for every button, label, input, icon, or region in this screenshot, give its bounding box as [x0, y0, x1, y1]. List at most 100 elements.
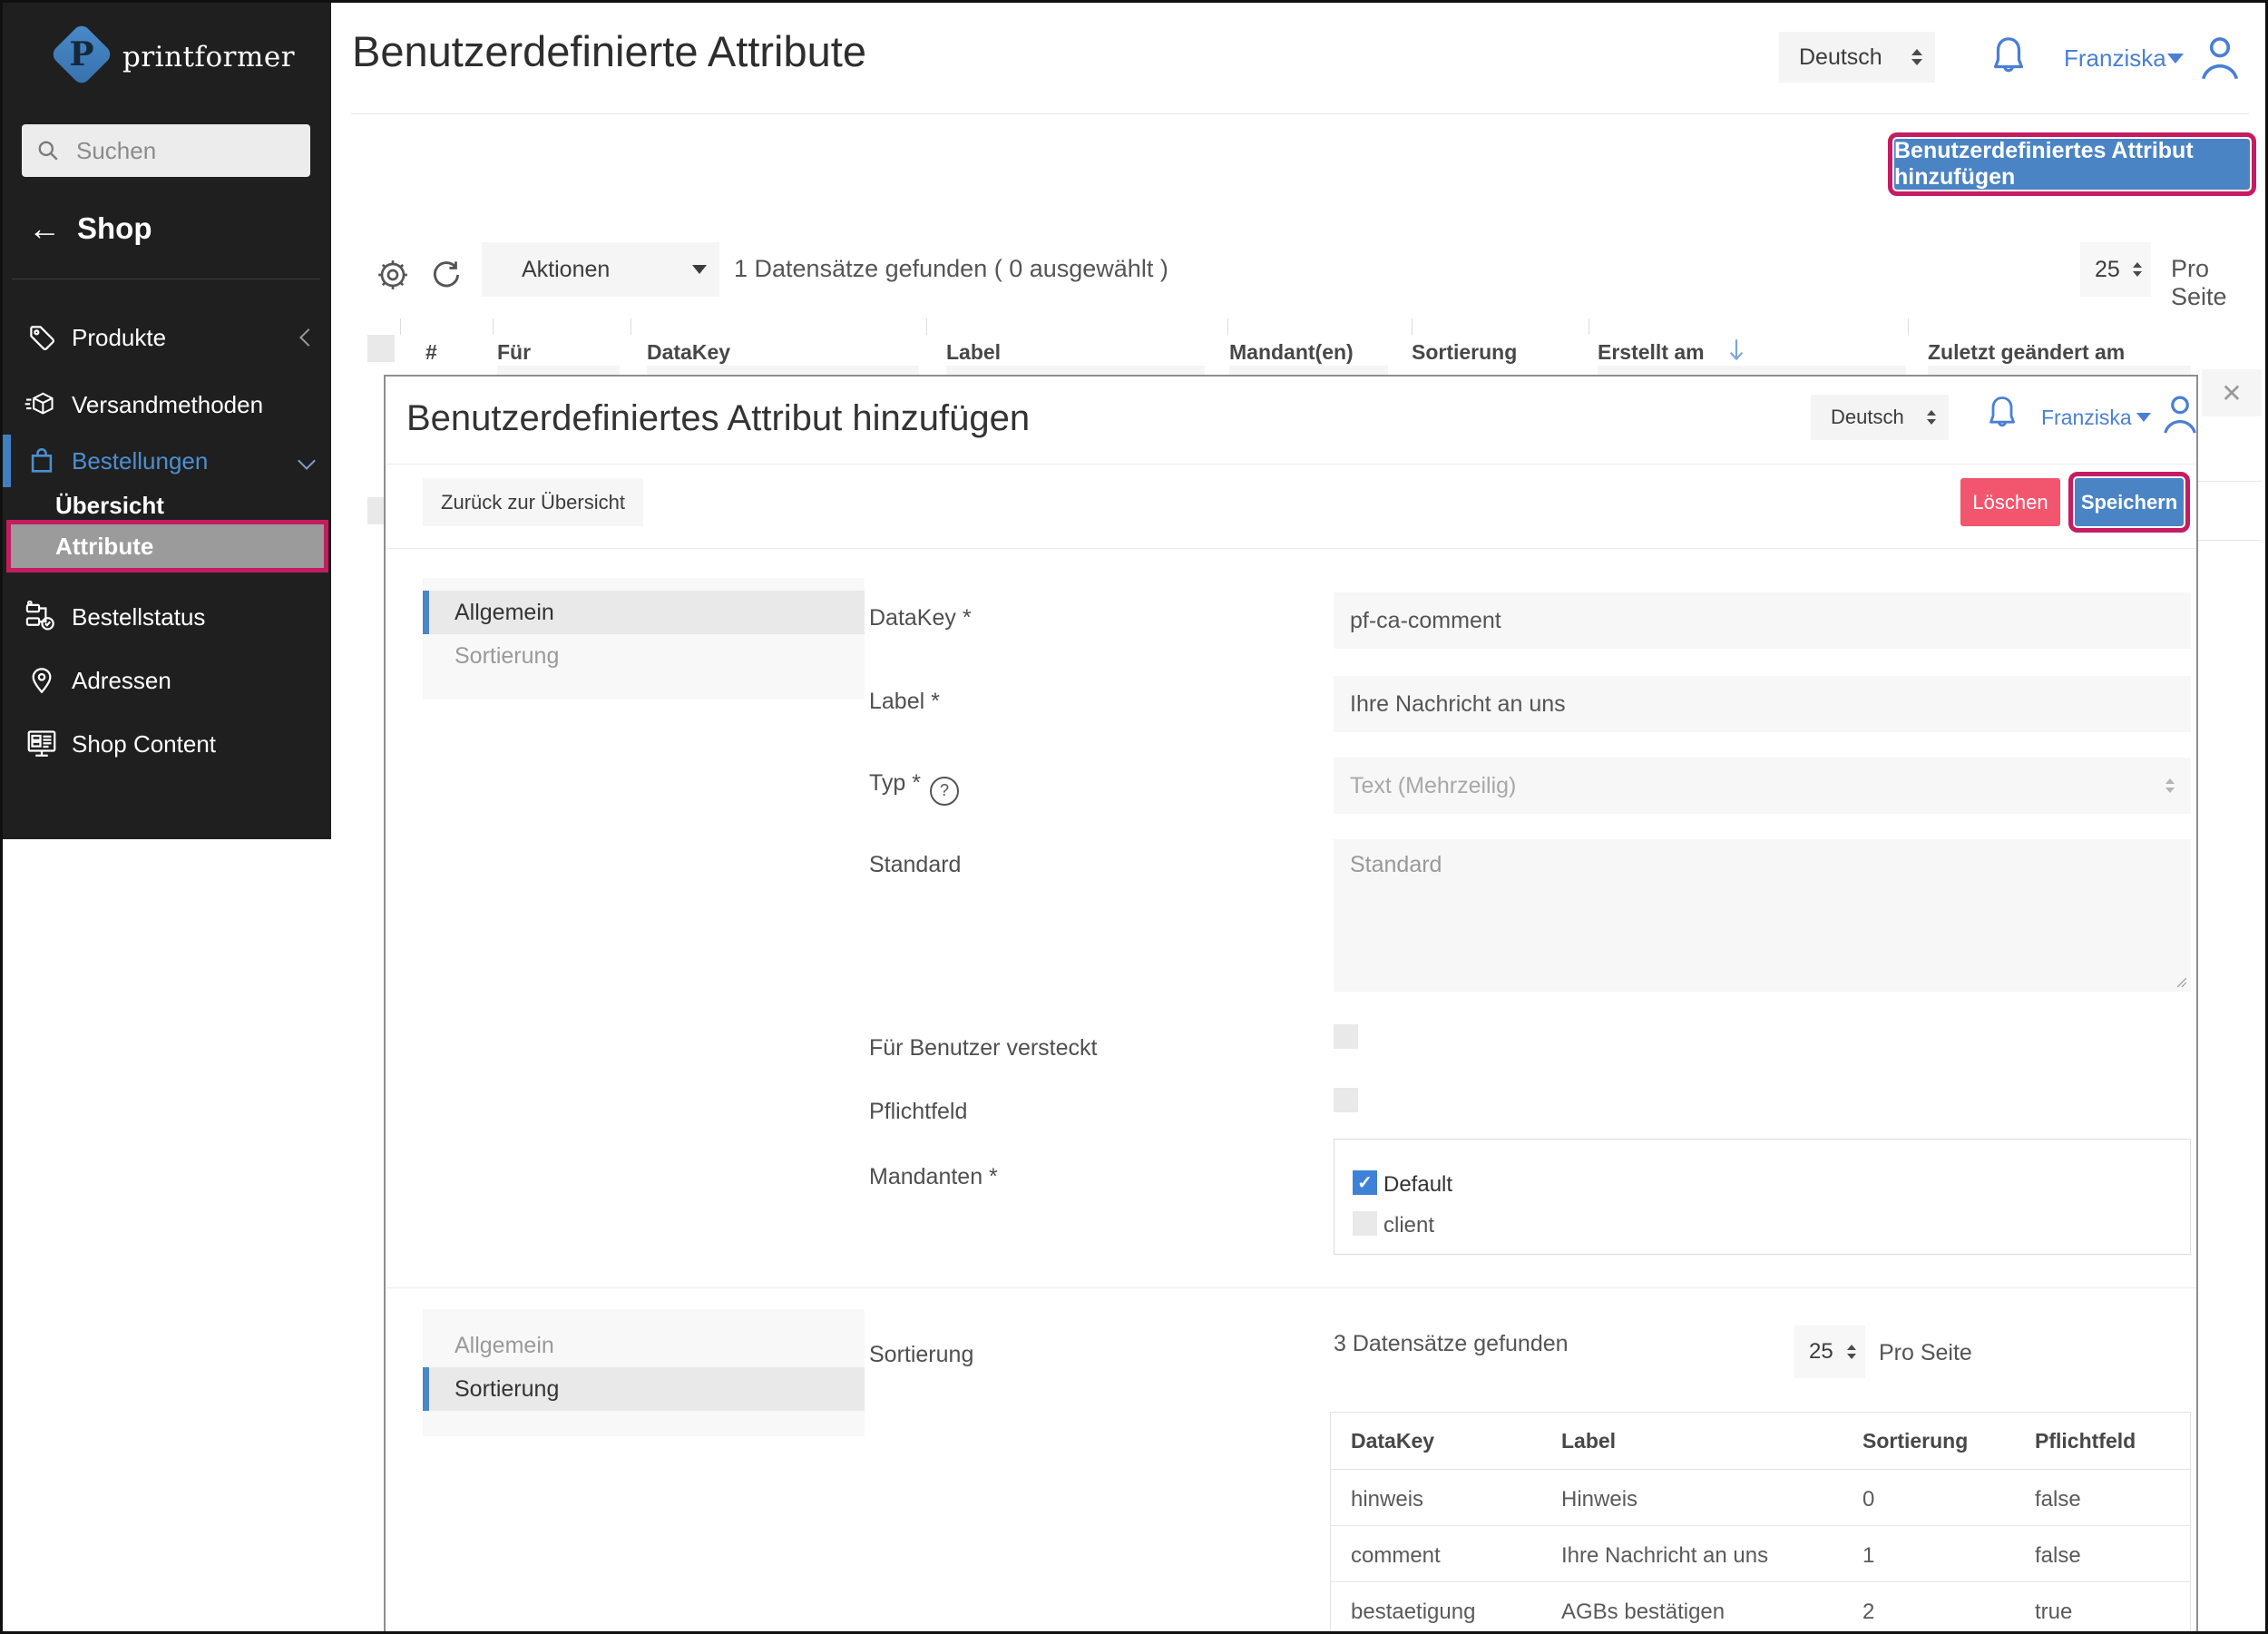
- printformer-logo-letter: P: [69, 35, 94, 73]
- column-divider: [1908, 318, 1909, 335]
- clear-filters-icon[interactable]: ✕: [2202, 369, 2262, 416]
- back-to-overview-button[interactable]: Zurück zur Übersicht: [423, 478, 643, 526]
- notifications-bell-icon[interactable]: [1984, 393, 2020, 435]
- column-divider: [400, 318, 401, 335]
- per-page-label: Pro Seite: [2171, 255, 2227, 310]
- select-all-checkbox[interactable]: [367, 335, 395, 362]
- sidebar-item-shop-content[interactable]: Shop Content: [3, 718, 331, 770]
- sidebar: P printformer Suchen ← Shop Produkte Ver…: [3, 3, 331, 839]
- mtable-header-label: Label: [1561, 1429, 1617, 1453]
- select-arrows-icon: [2133, 262, 2142, 277]
- user-menu[interactable]: Franziska: [2064, 44, 2166, 73]
- section-label: Shop: [77, 211, 152, 245]
- save-button[interactable]: Speichern: [2068, 472, 2190, 533]
- sortierung-field-label: Sortierung: [869, 1342, 974, 1367]
- col-header-erstellt-am[interactable]: Erstellt am: [1598, 340, 1705, 365]
- tab-sortierung-2[interactable]: Sortierung: [423, 1367, 865, 1411]
- notifications-bell-icon[interactable]: [1988, 34, 2029, 81]
- mandanten-box: ✓ Default client: [1334, 1139, 2191, 1255]
- sidebar-search-input[interactable]: Suchen: [22, 124, 310, 177]
- select-arrows-icon: [1927, 410, 1936, 425]
- user-avatar-icon[interactable]: [2196, 32, 2244, 83]
- datakey-label: DataKey *: [869, 605, 972, 631]
- shipping-icon: [24, 387, 59, 422]
- mtable-header-sortierung: Sortierung: [1862, 1429, 1969, 1453]
- hidden-for-user-label: Für Benutzer versteckt: [869, 1035, 1098, 1061]
- modal-per-page-label: Pro Seite: [1879, 1340, 1972, 1365]
- select-arrows-icon: [2165, 778, 2175, 793]
- column-divider: [1227, 318, 1228, 335]
- mandant-default-checkbox[interactable]: ✓: [1353, 1170, 1377, 1195]
- resize-handle-icon[interactable]: [2176, 977, 2187, 988]
- add-attribute-button[interactable]: Benutzerdefiniertes Attribut hinzufügen: [1888, 132, 2256, 196]
- mandant-client-checkbox[interactable]: [1353, 1211, 1377, 1236]
- col-header-label[interactable]: Label: [946, 340, 1001, 365]
- sidebar-item-bestellungen[interactable]: Bestellungen: [3, 435, 331, 487]
- column-divider: [926, 318, 927, 335]
- col-header-zuletzt-geaendert[interactable]: Zuletzt geändert am: [1928, 340, 2125, 365]
- row-divider: [1331, 1581, 2190, 1582]
- mandant-default-label: Default: [1383, 1172, 1453, 1197]
- refresh-icon[interactable]: [429, 257, 464, 293]
- row-divider: [1331, 1469, 2190, 1470]
- typ-select[interactable]: Text (Mehrzeilig): [1334, 758, 2191, 814]
- modal-tabs-sortierung-section: Allgemein Sortierung: [423, 1309, 865, 1436]
- sidebar-item-attribute[interactable]: Attribute: [6, 520, 328, 572]
- label-label: Label *: [869, 689, 940, 714]
- column-divider: [493, 318, 494, 335]
- sidebar-item-versandmethoden[interactable]: Versandmethoden: [3, 378, 331, 431]
- modal-language-select[interactable]: Deutsch: [1811, 395, 1949, 440]
- standard-label: Standard: [869, 852, 962, 877]
- sidebar-item-produkte[interactable]: Produkte: [3, 311, 331, 364]
- col-header-hash[interactable]: #: [425, 340, 437, 365]
- back-arrow-icon: ←: [28, 210, 61, 247]
- divider: [386, 1287, 2196, 1288]
- actions-dropdown[interactable]: Aktionen: [482, 242, 719, 297]
- label-input[interactable]: Ihre Nachricht an uns: [1334, 676, 2191, 732]
- sidebar-item-adressen[interactable]: Adressen: [3, 654, 331, 707]
- modal-per-page-select[interactable]: 25: [1794, 1326, 1865, 1378]
- monitor-icon: [24, 727, 59, 761]
- col-header-mandanten[interactable]: Mandant(en): [1229, 340, 1354, 365]
- tab-sortierung[interactable]: Sortierung: [423, 634, 865, 678]
- shopping-bag-icon: [24, 444, 59, 478]
- sidebar-section-shop[interactable]: ← Shop: [28, 211, 152, 246]
- search-placeholder: Suchen: [76, 136, 157, 164]
- sidebar-item-bestellstatus[interactable]: Bestellstatus: [3, 591, 331, 643]
- sortierung-table: DataKey Label Sortierung Pflichtfeld hin…: [1330, 1412, 2191, 1631]
- col-header-datakey[interactable]: DataKey: [647, 340, 730, 365]
- search-icon: [38, 141, 58, 161]
- brand-name: printformer: [122, 41, 296, 73]
- sidebar-item-uebersicht[interactable]: Übersicht: [3, 487, 331, 523]
- tab-allgemein[interactable]: Allgemein: [423, 591, 865, 634]
- dropdown-caret-icon: [692, 265, 707, 274]
- divider: [386, 464, 2196, 465]
- tab-allgemein-2[interactable]: Allgemein: [423, 1324, 865, 1367]
- modal-user-menu[interactable]: Franziska: [2041, 406, 2132, 430]
- divider: [351, 113, 2249, 114]
- typ-label: Typ *?: [869, 770, 959, 806]
- chevron-down-icon: [298, 452, 316, 470]
- add-attribute-modal: Benutzerdefiniertes Attribut hinzufügen …: [384, 375, 2201, 1631]
- required-label: Pflichtfeld: [869, 1099, 968, 1124]
- modal-tabs-allgemein-section: Allgemein Sortierung: [423, 578, 865, 700]
- mandanten-label: Mandanten *: [869, 1164, 998, 1189]
- language-select[interactable]: Deutsch: [1779, 32, 1935, 83]
- user-avatar-icon[interactable]: [2159, 391, 2201, 436]
- user-caret-icon[interactable]: [2167, 54, 2184, 64]
- hidden-for-user-checkbox[interactable]: [1334, 1024, 1358, 1049]
- map-pin-icon: [24, 663, 59, 698]
- row-divider: [1331, 1525, 2190, 1526]
- per-page-select[interactable]: 25: [2080, 242, 2151, 297]
- select-arrows-icon: [1911, 49, 1922, 65]
- standard-textarea[interactable]: Standard: [1334, 839, 2191, 992]
- help-icon[interactable]: ?: [929, 776, 959, 806]
- delete-button[interactable]: Löschen: [1960, 478, 2060, 526]
- sort-descending-icon[interactable]: [1725, 337, 1748, 364]
- mandant-client-label: client: [1383, 1213, 1435, 1238]
- col-header-sortierung[interactable]: Sortierung: [1412, 340, 1517, 365]
- datakey-input[interactable]: pf-ca-comment: [1334, 592, 2191, 649]
- required-checkbox[interactable]: [1334, 1088, 1358, 1112]
- user-caret-icon[interactable]: [2136, 413, 2151, 422]
- settings-gear-icon[interactable]: [375, 257, 411, 293]
